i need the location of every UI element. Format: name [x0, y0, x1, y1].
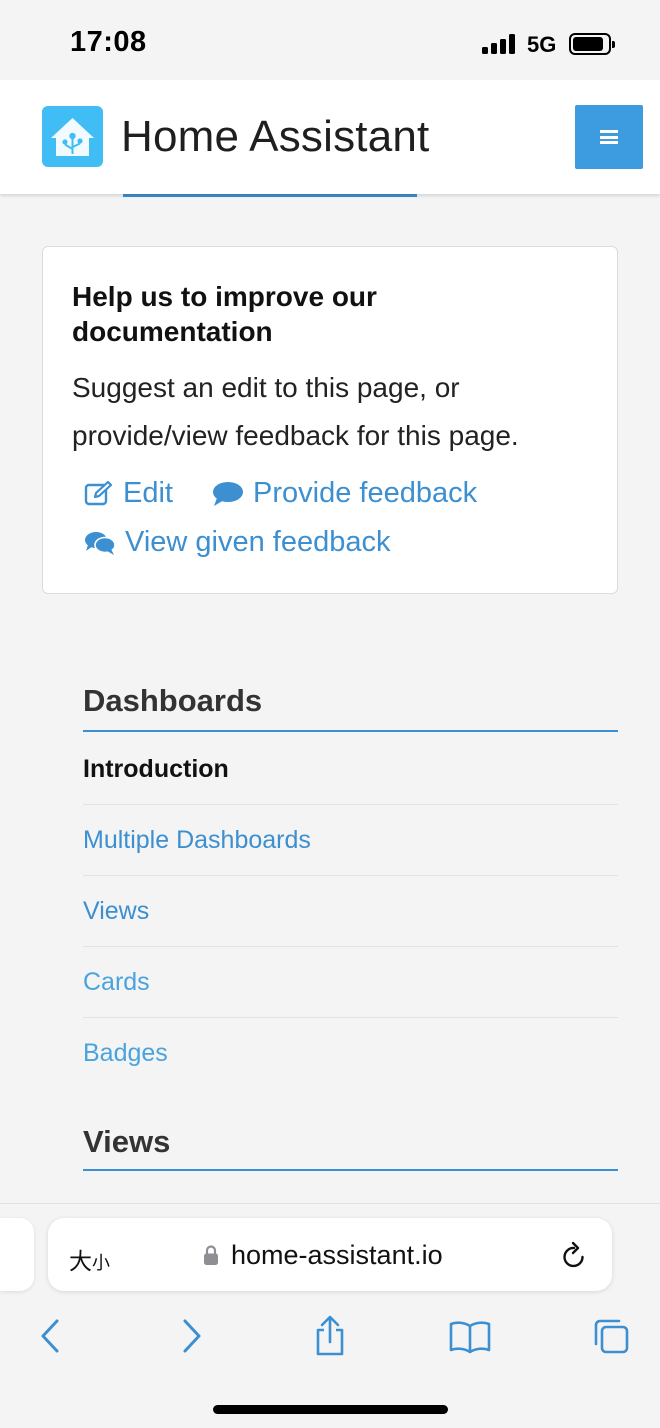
views-rule	[83, 1169, 618, 1171]
feedback-title: Help us to improve our documentation	[72, 281, 377, 347]
edit-link[interactable]: Edit	[84, 477, 173, 510]
battery-icon	[569, 33, 615, 55]
menu-button[interactable]	[575, 105, 643, 169]
network-label: 5G	[527, 32, 557, 57]
scrolled-link-underline	[123, 194, 417, 197]
feedback-card: Help us to improve our documentation Sug…	[42, 246, 618, 594]
text-size-large-label: 大	[69, 1248, 92, 1274]
share-button[interactable]	[306, 1314, 354, 1358]
provide-feedback-label: Provide feedback	[253, 477, 478, 509]
reload-icon[interactable]	[560, 1240, 588, 1270]
nav-item-introduction[interactable]: Introduction	[83, 734, 618, 805]
site-title[interactable]: Home Assistant	[121, 112, 429, 162]
view-feedback-link[interactable]: View given feedback	[84, 526, 390, 559]
lock-icon	[204, 1245, 218, 1265]
previous-tab-peek[interactable]	[0, 1218, 34, 1291]
provide-feedback-link[interactable]: Provide feedback	[212, 477, 477, 510]
nav-item-badges[interactable]: Badges	[83, 1018, 618, 1089]
forward-icon	[183, 1319, 201, 1353]
edit-label: Edit	[123, 477, 173, 509]
signal-icon	[482, 34, 518, 54]
dashboards-rule	[83, 730, 618, 732]
nav-item-views[interactable]: Views	[83, 876, 618, 947]
back-button[interactable]	[26, 1314, 74, 1358]
back-icon	[41, 1319, 59, 1353]
nav-item-multiple-dashboards[interactable]: Multiple Dashboards	[83, 805, 618, 876]
feedback-text: Suggest an edit to this page, or provide…	[72, 372, 519, 451]
status-time: 17:08	[70, 26, 147, 58]
edit-icon	[84, 480, 113, 505]
text-size-button[interactable]: 大小	[69, 1242, 110, 1276]
tabs-button[interactable]	[586, 1314, 634, 1358]
tabs-icon	[594, 1319, 629, 1354]
text-size-small-label: 小	[92, 1253, 110, 1273]
home-indicator	[213, 1405, 448, 1414]
bookmarks-icon	[449, 1321, 491, 1354]
url-text: home-assistant.io	[231, 1240, 443, 1270]
view-feedback-label: View given feedback	[125, 526, 391, 558]
nav-item-cards[interactable]: Cards	[83, 947, 618, 1018]
comment-icon	[213, 481, 243, 506]
menu-icon	[600, 130, 618, 144]
forward-button[interactable]	[168, 1314, 216, 1358]
views-heading: Views	[83, 1124, 171, 1159]
home-assistant-logo[interactable]	[42, 106, 103, 167]
bookmarks-button[interactable]	[446, 1314, 494, 1358]
status-bar: 17:08 5G	[0, 0, 660, 80]
address-bar[interactable]: 大小 home-assistant.io	[48, 1218, 612, 1291]
comments-icon	[85, 531, 116, 555]
site-header: Home Assistant	[0, 80, 660, 194]
house-icon	[51, 118, 94, 156]
browser-bar: 大小 home-assistant.io	[0, 1203, 660, 1428]
share-icon	[316, 1315, 344, 1356]
dashboards-heading: Dashboards	[83, 683, 263, 718]
